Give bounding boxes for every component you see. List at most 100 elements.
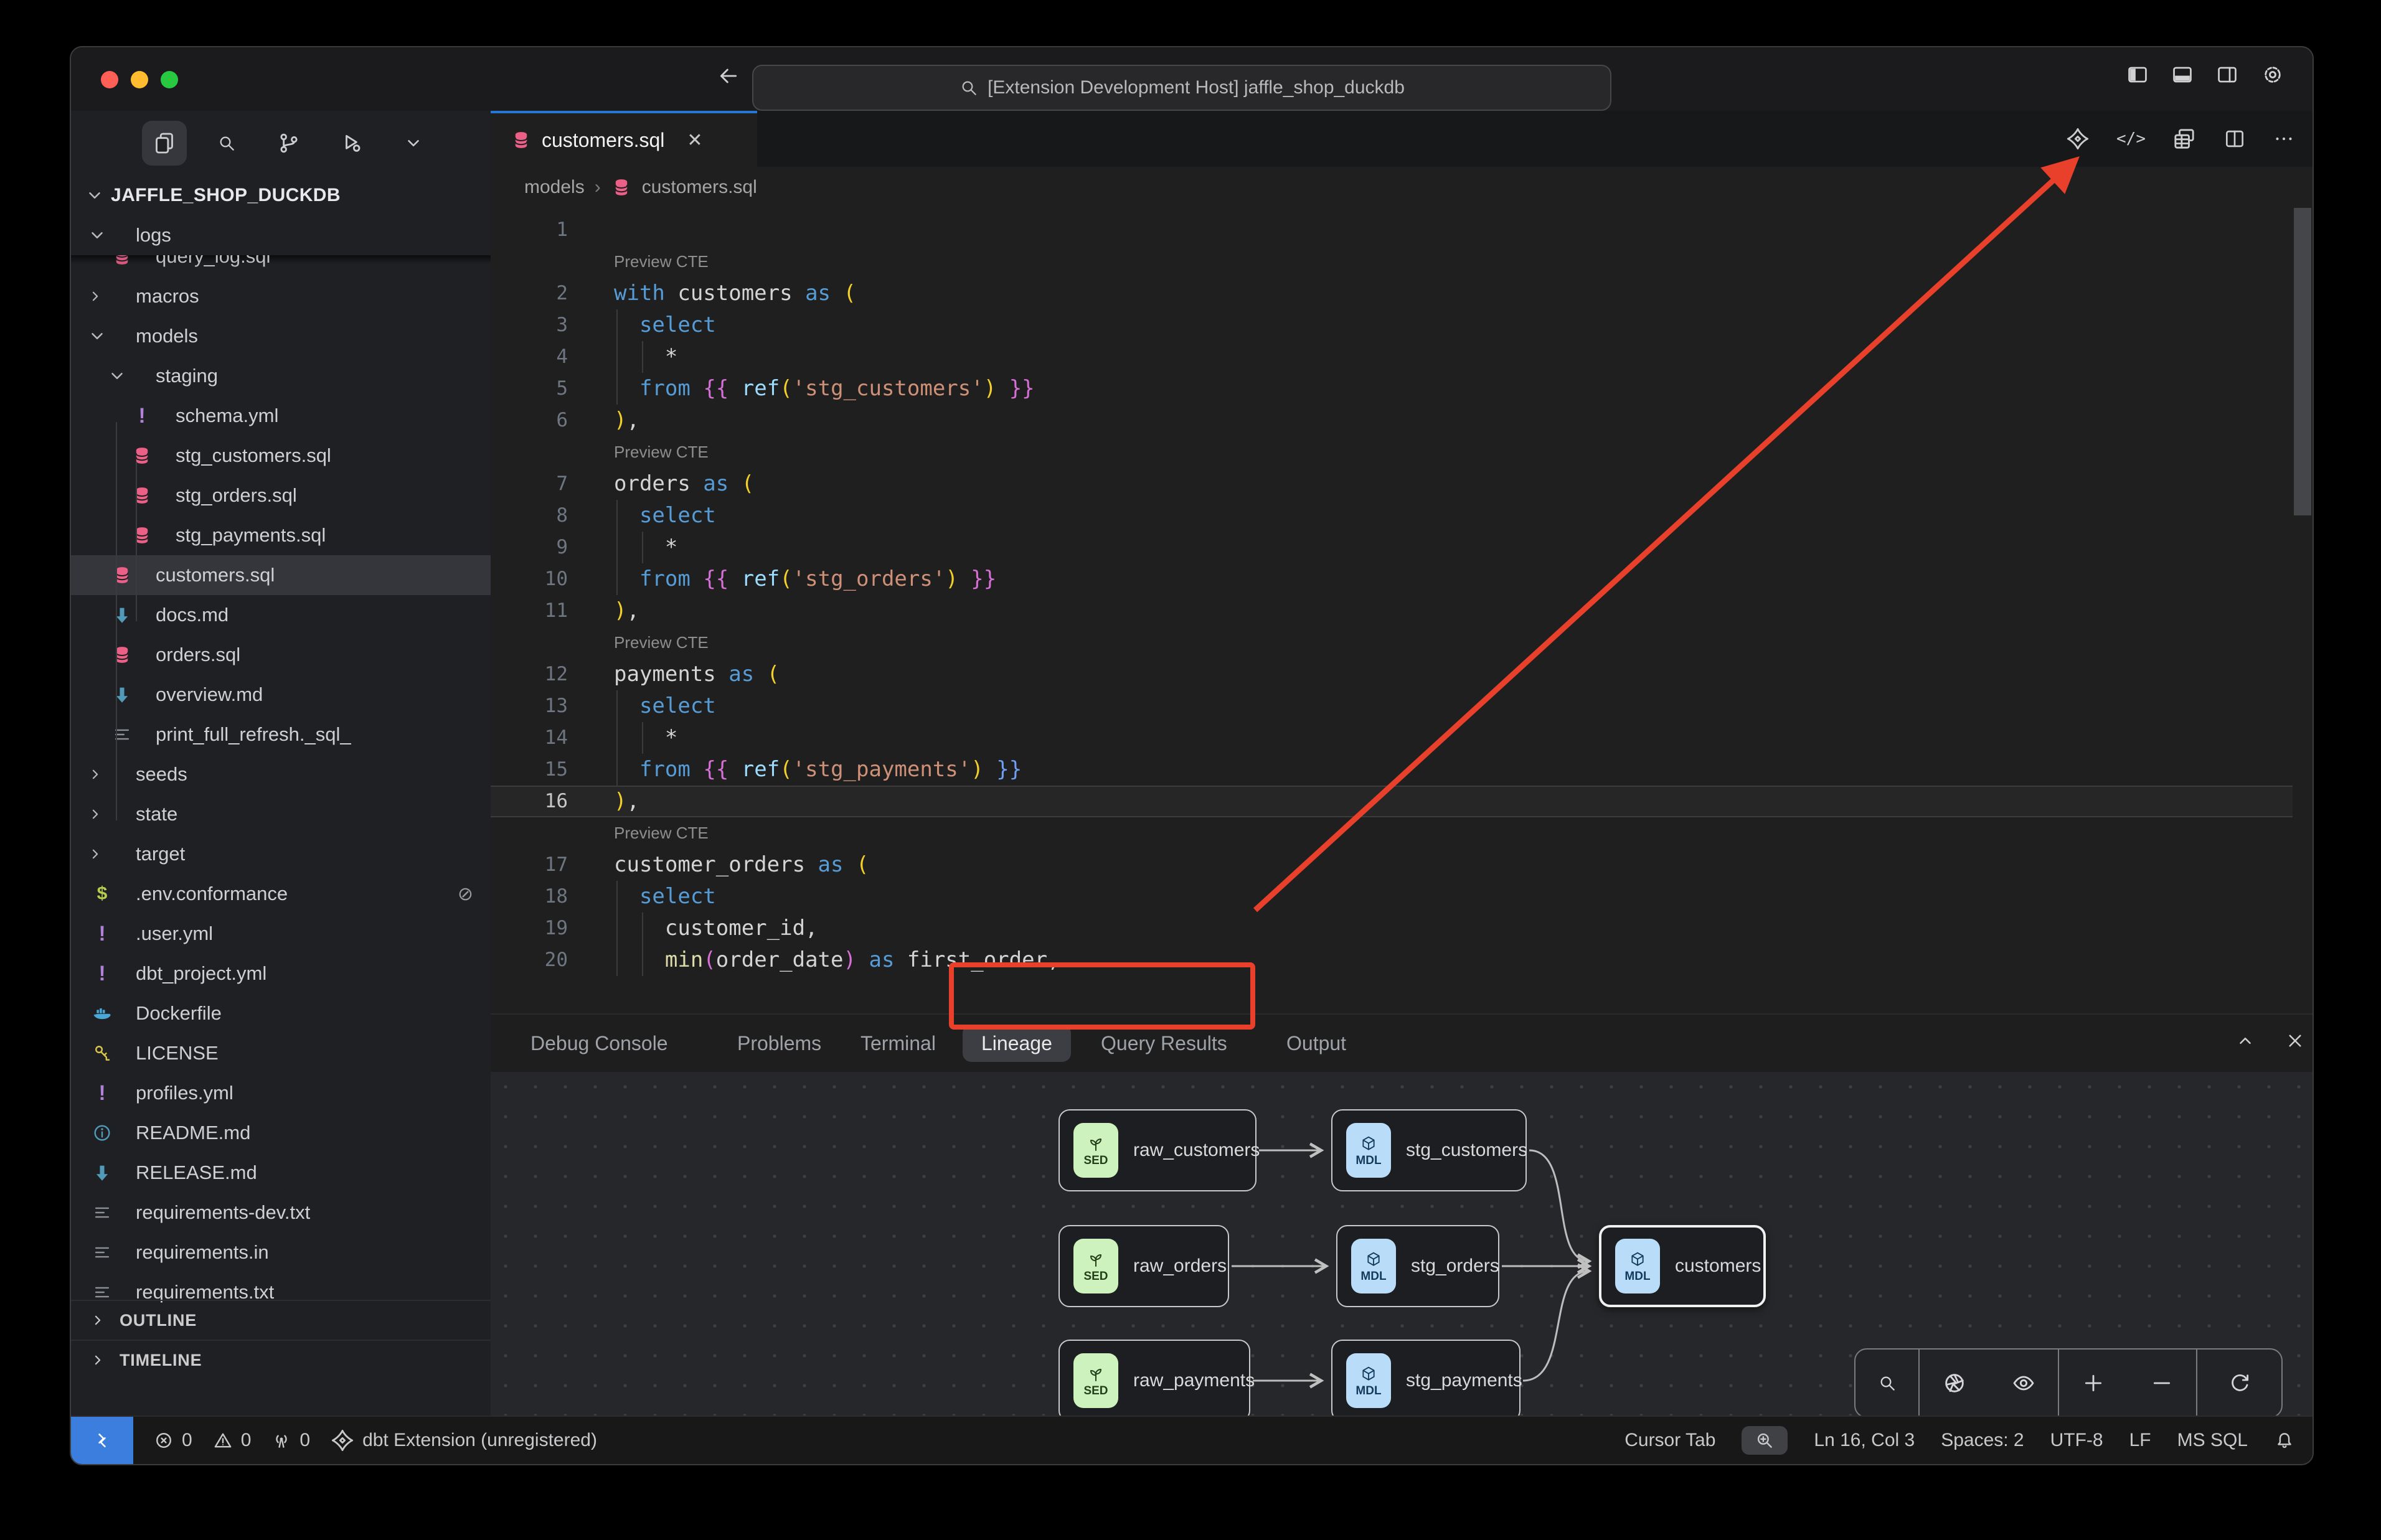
project-root-row[interactable]: JAFFLE_SHOP_DUCKDB (71, 176, 491, 215)
query-results-icon[interactable] (2172, 126, 2197, 151)
codelens-preview-cte[interactable]: Preview CTE (491, 627, 2293, 659)
file--user-yml[interactable]: !.user.yml (71, 914, 491, 954)
file-overview-md[interactable]: overview.md (71, 675, 491, 715)
traffic-light-minimize[interactable] (131, 71, 148, 88)
lineage-node-stg_orders[interactable]: MDLstg_orders (1336, 1225, 1499, 1307)
codelens-preview-cte[interactable]: Preview CTE (491, 436, 2293, 468)
lineage-node-raw_customers[interactable]: SEDraw_customers (1058, 1109, 1257, 1191)
remote-indicator[interactable] (71, 1417, 133, 1464)
close-panel-icon[interactable] (2284, 1030, 2306, 1052)
activity-run-debug[interactable] (329, 121, 374, 166)
panel-tab-problems[interactable]: Problems (737, 1015, 821, 1072)
search-icon[interactable] (1877, 1373, 1897, 1393)
lineage-graph[interactable]: SEDraw_customers MDLstg_customers SEDraw_o… (491, 1072, 2313, 1417)
file-profiles-yml[interactable]: !profiles.yml (71, 1073, 491, 1113)
breadcrumb[interactable]: models › customers.sql (491, 167, 2313, 208)
errors[interactable]: 0 (153, 1430, 192, 1451)
file-stg-customers-sql[interactable]: stg_customers.sql (71, 436, 491, 476)
warnings[interactable]: 0 (212, 1430, 252, 1451)
folder-macros[interactable]: macros (71, 276, 491, 316)
traffic-light-zoom[interactable] (161, 71, 178, 88)
eol[interactable]: LF (2129, 1430, 2151, 1451)
code-line-2: 2with customers as ( (491, 278, 2293, 309)
file-requirements-in[interactable]: requirements.in (71, 1232, 491, 1272)
activity-explorer[interactable] (142, 121, 187, 166)
file-orders-sql[interactable]: orders.sql (71, 635, 491, 675)
notifications[interactable] (2274, 1430, 2295, 1451)
indentation[interactable]: Spaces: 2 (1941, 1430, 2024, 1451)
codelens-preview-cte[interactable]: Preview CTE (491, 817, 2293, 849)
tab-customers-sql[interactable]: customers.sql ✕ (491, 111, 757, 167)
zoom-out-icon[interactable] (2149, 1371, 2174, 1396)
file-docs-md[interactable]: docs.md (71, 595, 491, 635)
file-stg-payments-sql[interactable]: stg_payments.sql (71, 515, 491, 555)
cursor-tab[interactable]: Cursor Tab (1624, 1430, 1715, 1451)
panel-tab-query-results[interactable]: Query Results (1101, 1015, 1227, 1072)
activity-source-control[interactable] (266, 121, 311, 166)
panel-tab-lineage[interactable]: Lineage (963, 1025, 1071, 1062)
screencast-zoom[interactable] (1742, 1426, 1788, 1455)
more-actions-icon[interactable] (2273, 128, 2295, 150)
breadcrumb-file[interactable]: customers.sql (642, 177, 757, 198)
encoding[interactable]: UTF-8 (2050, 1430, 2103, 1451)
cube-icon (1364, 1250, 1384, 1270)
editor-scrollbar[interactable] (2294, 208, 2311, 515)
zoom-in-icon[interactable] (2081, 1371, 2106, 1396)
file-print-full-refresh-sql-[interactable]: print_full_refresh._sql_ (71, 715, 491, 754)
file-license[interactable]: LICENSE (71, 1033, 491, 1073)
folder-staging[interactable]: staging (71, 356, 491, 396)
refresh-icon[interactable] (2227, 1371, 2252, 1396)
file-query-log-sql[interactable]: query_log.sql (71, 255, 270, 276)
folder-state[interactable]: state (71, 794, 491, 834)
dbt-icon[interactable] (2065, 126, 2090, 151)
file-customers-sql[interactable]: customers.sql (71, 555, 491, 595)
lineage-toolbar (1854, 1348, 2283, 1418)
folder-models[interactable]: models (71, 316, 491, 356)
activity-more[interactable] (391, 121, 436, 166)
lineage-node-raw_orders[interactable]: SEDraw_orders (1058, 1225, 1229, 1307)
eye-icon[interactable] (2011, 1371, 2036, 1396)
file-requirements-dev-txt[interactable]: requirements-dev.txt (71, 1193, 491, 1232)
panel-tab-output[interactable]: Output (1286, 1015, 1346, 1072)
tree-item-label: customers.sql (156, 564, 275, 586)
code-editor[interactable]: 1Preview CTE2with customers as (3 select… (491, 208, 2293, 1015)
file-dbt-project-yml[interactable]: !dbt_project.yml (71, 954, 491, 993)
close-tab-icon[interactable]: ✕ (687, 129, 702, 151)
file--env-conformance[interactable]: $.env.conformance⊘ (71, 874, 491, 914)
lines-file-icon (91, 1241, 113, 1264)
lineage-node-stg_payments[interactable]: MDLstg_payments (1331, 1340, 1521, 1422)
layout-sidebar-right-icon[interactable] (2215, 62, 2239, 87)
codelens-preview-cte[interactable]: Preview CTE (491, 246, 2293, 278)
traffic-light-close[interactable] (101, 71, 118, 88)
activity-search[interactable] (204, 121, 249, 166)
outline-section[interactable]: OUTLINE (71, 1300, 491, 1340)
file-stg-orders-sql[interactable]: stg_orders.sql (71, 476, 491, 515)
cursor-position[interactable]: Ln 16, Col 3 (1814, 1430, 1915, 1451)
lineage-node-stg_customers[interactable]: MDLstg_customers (1331, 1109, 1527, 1191)
folder-target[interactable]: target (71, 834, 491, 874)
dbt-extension-status[interactable]: dbt Extension (unregistered) (330, 1428, 597, 1453)
panel-tab-debug-console[interactable]: Debug Console (530, 1015, 668, 1072)
back-icon[interactable] (716, 63, 748, 96)
folder-seeds[interactable]: seeds (71, 754, 491, 794)
command-center-search[interactable]: [Extension Development Host] jaffle_shop… (752, 65, 1611, 111)
ports[interactable]: 0 (271, 1430, 310, 1451)
breadcrumb-folder[interactable]: models (524, 177, 585, 198)
folder-logs[interactable]: logs (71, 215, 491, 255)
language-mode[interactable]: MS SQL (2177, 1430, 2248, 1451)
file-schema-yml[interactable]: !schema.yml (71, 396, 491, 436)
gear-icon[interactable] (2260, 62, 2285, 87)
maximize-panel-icon[interactable] (2234, 1030, 2256, 1052)
lineage-node-raw_payments[interactable]: SEDraw_payments (1058, 1340, 1250, 1422)
aperture-icon[interactable] (1942, 1371, 1967, 1396)
panel-tab-terminal[interactable]: Terminal (860, 1015, 936, 1072)
file-readme-md[interactable]: README.md (71, 1113, 491, 1153)
layout-sidebar-left-icon[interactable] (2126, 62, 2149, 87)
file-dockerfile[interactable]: Dockerfile (71, 993, 491, 1033)
file-release-md[interactable]: RELEASE.md (71, 1153, 491, 1193)
split-editor-icon[interactable] (2223, 127, 2247, 151)
compiled-code-icon[interactable]: </> (2116, 129, 2146, 148)
timeline-section[interactable]: TIMELINE (71, 1340, 491, 1379)
lineage-node-customers[interactable]: MDLcustomers (1599, 1225, 1766, 1307)
layout-panel-icon[interactable] (2171, 62, 2194, 87)
